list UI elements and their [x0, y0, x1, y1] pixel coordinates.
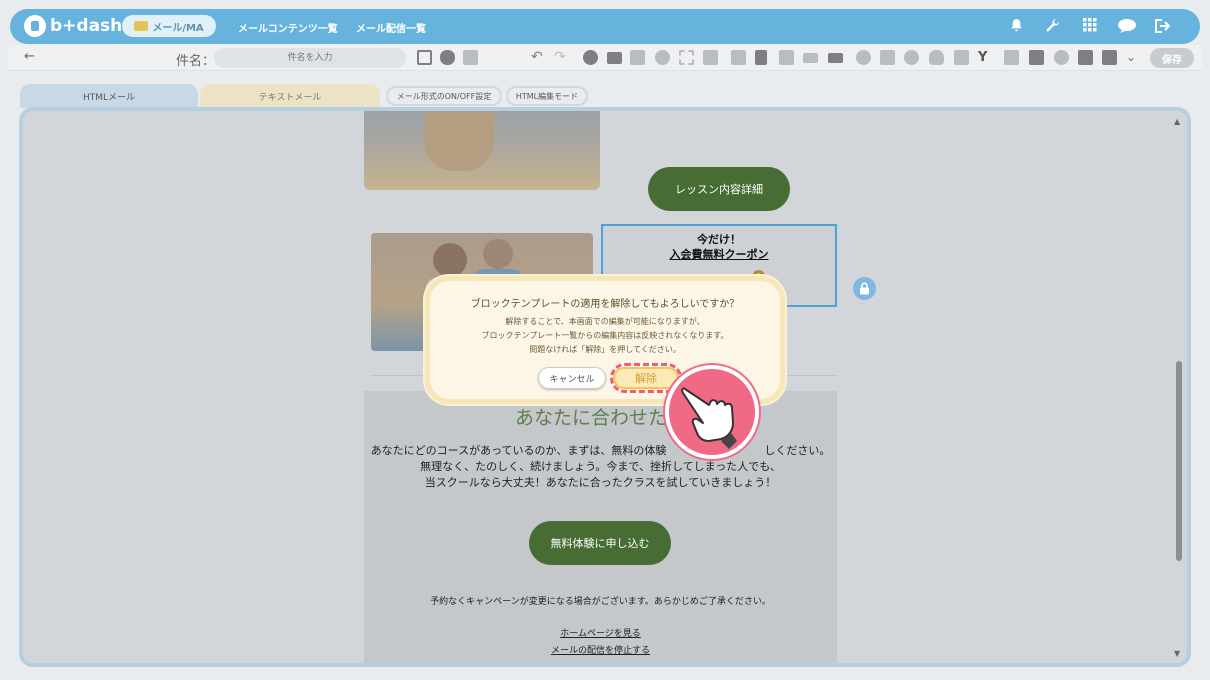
section-title: あなたに合わせたコ [514, 407, 686, 429]
scroll-down-icon[interactable]: ▼ [1174, 649, 1180, 658]
mail-format-toggle-button[interactable]: メール形式のON/OFF設定 [386, 86, 502, 106]
nav-mail-delivery[interactable]: メール配信一覧 [356, 20, 426, 35]
subject-input[interactable] [214, 48, 406, 68]
save-button[interactable]: 保存 [1150, 48, 1194, 68]
coupon-line1: 今だけ！ [697, 233, 741, 246]
chain-icon[interactable] [856, 50, 871, 65]
free-trial-button[interactable]: 無料体験に申し込む [529, 521, 671, 565]
section-body: あなたにどのコースがあっているのか、まずは、無料の体験 しください。 無理なく、た… [364, 443, 837, 491]
editor-toolbar: ← 件名： ↶ ↷ Y ⌄ 保存 [8, 45, 1202, 71]
dialog-line-1: 解除することで、本画面での編集が可能になりますが、 [505, 317, 705, 326]
subject-label: 件名： [176, 54, 216, 69]
database-icon[interactable] [929, 50, 944, 65]
homepage-link[interactable]: ホームページを見る [364, 626, 837, 639]
pen-icon[interactable] [630, 50, 645, 65]
code-icon[interactable] [703, 50, 718, 65]
preview-icon[interactable] [417, 50, 432, 65]
module-mail-ma[interactable]: メール/MA [122, 15, 216, 37]
calendar-icon[interactable] [880, 50, 895, 65]
merge-icon[interactable]: Y [978, 50, 993, 65]
split-icon[interactable] [1004, 50, 1019, 65]
grid-icon[interactable] [1081, 18, 1098, 35]
nav-mail-contents[interactable]: メールコンテンツ一覧 [238, 20, 338, 35]
tab-html-mail[interactable]: HTMLメール [20, 84, 198, 108]
unsubscribe-link[interactable]: メールの配信を停止する [364, 643, 837, 656]
link-icon[interactable] [440, 50, 455, 65]
logout-icon[interactable] [1152, 18, 1172, 35]
dialog-line-3: 問題なければ「解除」を押してください。 [529, 345, 681, 354]
undo-icon[interactable]: ↶ [531, 50, 546, 65]
lesson-details-button[interactable]: レッスン内容詳細 [648, 167, 790, 211]
module-label: メール/MA [152, 22, 204, 34]
logo-icon [24, 15, 46, 37]
coupon-line2: 入会費無料クーポン [669, 248, 769, 261]
columns-icon[interactable] [803, 53, 818, 63]
trash-icon[interactable] [755, 50, 767, 65]
body-line-1-tail: しください。 [764, 444, 831, 457]
copy-icon[interactable] [731, 50, 746, 65]
redo-icon[interactable]: ↷ [554, 50, 569, 65]
back-arrow-icon[interactable]: ← [24, 49, 35, 64]
link2-icon[interactable] [1054, 50, 1069, 65]
pointing-hand-icon [665, 365, 759, 459]
canvas-scrollbar[interactable]: ▲ ▼ [1173, 115, 1185, 663]
profile-icon[interactable] [1078, 50, 1093, 65]
lock-icon[interactable] [853, 277, 876, 300]
scroll-thumb[interactable] [1176, 361, 1182, 561]
body-line-1: あなたにどのコースがあっているのか、まずは、無料の体験 [370, 444, 667, 457]
play-icon[interactable] [1102, 50, 1117, 65]
add-block-icon[interactable] [1029, 50, 1044, 65]
template-icon[interactable] [463, 50, 478, 65]
body-line-2: 無理なく、たのしく、続けましょう。今まで、挫折してしまった人でも、 [420, 460, 781, 473]
course-section[interactable]: あなたに合わせたコ あなたにどのコースがあっているのか、まずは、無料の体験 しくだ… [364, 391, 837, 663]
select-icon[interactable] [679, 50, 694, 65]
mail-icon [134, 21, 149, 31]
tab-text-mail[interactable]: テキストメール [200, 84, 380, 108]
dialog-title: ブロックテンプレートの適用を解除してもよろしいですか？ [470, 299, 740, 310]
top-header: b+dash メール/MA メールコンテンツ一覧 メール配信一覧 [10, 9, 1200, 44]
logo-text: b+dash [50, 16, 123, 36]
chat-icon[interactable] [1116, 18, 1138, 35]
settings-icon[interactable] [904, 50, 919, 65]
html-edit-mode-button[interactable]: HTML編集モード [506, 86, 588, 106]
fitness-image[interactable] [364, 111, 600, 190]
align-icon[interactable] [607, 52, 622, 64]
campaign-notice: 予約なくキャンペーンが変更になる場合がございます。あらかじめご了承ください。 [430, 597, 771, 607]
wrench-icon[interactable] [1044, 18, 1061, 35]
chevron-down-icon[interactable]: ⌄ [1126, 50, 1141, 65]
dialog-line-2: ブロックテンプレート一覧からの編集内容は反映されなくなります。 [481, 331, 729, 340]
scroll-up-icon[interactable]: ▲ [1174, 117, 1180, 126]
rows-icon[interactable] [828, 53, 843, 63]
palette-icon[interactable] [583, 50, 598, 65]
cancel-button[interactable]: キャンセル [538, 367, 606, 389]
dialog-message: 解除することで、本画面での編集が可能になりますが、 ブロックテンプレート一覧から… [430, 315, 780, 357]
app-logo[interactable]: b+dash [24, 14, 122, 38]
bell-icon[interactable] [1008, 18, 1025, 35]
duplicate-icon[interactable] [779, 50, 794, 65]
edit-box-icon[interactable] [954, 50, 969, 65]
body-line-3: 当スクールなら大丈夫！あなたに合ったクラスを試していきましょう！ [424, 476, 777, 489]
target-icon[interactable] [655, 50, 670, 65]
